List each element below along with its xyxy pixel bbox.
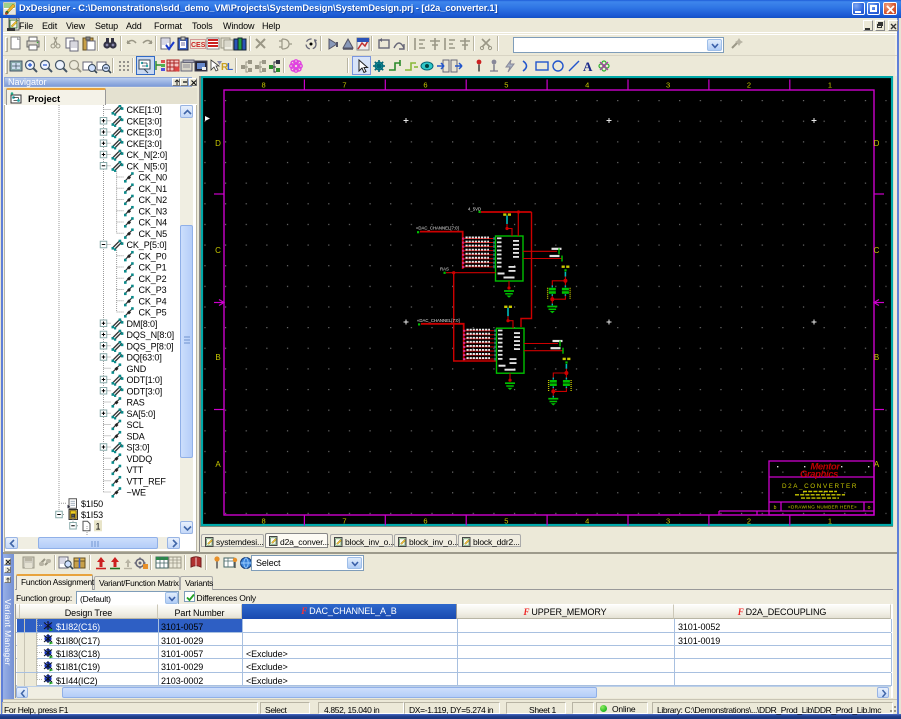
svg-text:CK_N1: CK_N1	[139, 184, 168, 194]
svg-text:b: b	[774, 505, 777, 511]
svg-text:4: 4	[585, 517, 589, 526]
svg-text:<DRAWING NUMBER HERE>: <DRAWING NUMBER HERE>	[788, 505, 857, 510]
svg-text:SCL: SCL	[127, 420, 144, 430]
svg-text:2: 2	[747, 81, 751, 90]
svg-text:4: 4	[585, 81, 589, 90]
svg-text:CK_P2: CK_P2	[139, 274, 167, 284]
svg-text:CK_N[2:0]: CK_N[2:0]	[127, 150, 168, 160]
svg-text:ODT[3:0]: ODT[3:0]	[127, 386, 163, 396]
svg-text:CKE[3:0]: CKE[3:0]	[127, 139, 162, 149]
svg-text:B: B	[215, 353, 220, 362]
svg-text:B: B	[874, 353, 879, 362]
svg-text:CK_N0: CK_N0	[139, 173, 168, 183]
svg-text:7: 7	[342, 517, 346, 526]
svg-text:RAS: RAS	[440, 267, 449, 272]
svg-text:ODT[1:0]: ODT[1:0]	[127, 375, 163, 385]
svg-text:CKE[1:0]: CKE[1:0]	[127, 105, 162, 115]
svg-text:DQS_P[8:0]: DQS_P[8:0]	[127, 341, 174, 351]
svg-text:$1I50: $1I50	[81, 499, 103, 509]
svg-text:DQ[63:0]: DQ[63:0]	[127, 353, 162, 363]
svg-text:o: o	[868, 505, 871, 511]
svg-text:«DAC_CHANNEL[7:0]: «DAC_CHANNEL[7:0]	[417, 318, 460, 323]
svg-text:6: 6	[423, 517, 427, 526]
svg-text:CK_N[5:0]: CK_N[5:0]	[127, 161, 168, 171]
svg-text:6: 6	[423, 81, 427, 90]
svg-text:S[3:0]: S[3:0]	[127, 443, 150, 453]
svg-text:CK_P0: CK_P0	[139, 251, 167, 261]
svg-text:$1I53: $1I53	[81, 510, 103, 520]
svg-text:DM[8:0]: DM[8:0]	[127, 319, 158, 329]
svg-text:DQS_N[8:0]: DQS_N[8:0]	[127, 330, 175, 340]
svg-text:8: 8	[262, 81, 266, 90]
svg-text:VTT: VTT	[127, 465, 144, 475]
svg-text:3: 3	[666, 81, 670, 90]
svg-text:Graphics: Graphics	[800, 469, 838, 480]
svg-text:CK_N2: CK_N2	[139, 195, 168, 205]
svg-text:D2A_CONVERTER: D2A_CONVERTER	[782, 483, 858, 490]
svg-text:1: 1	[828, 517, 832, 526]
svg-text:CK_N5: CK_N5	[139, 229, 168, 239]
svg-text:A: A	[583, 59, 593, 74]
svg-text:4_5VD: 4_5VD	[468, 207, 481, 212]
svg-text:CK_P1: CK_P1	[139, 263, 167, 273]
svg-text:CK_P[5:0]: CK_P[5:0]	[127, 240, 167, 250]
svg-text:7: 7	[342, 81, 346, 90]
svg-text:CK_P4: CK_P4	[139, 296, 167, 306]
svg-text:RAS: RAS	[127, 398, 145, 408]
svg-text:8: 8	[262, 517, 266, 526]
svg-text:A: A	[215, 460, 221, 469]
svg-text:CK_P3: CK_P3	[139, 285, 167, 295]
svg-text:2: 2	[747, 517, 751, 526]
svg-text:D: D	[874, 139, 880, 148]
svg-text:5: 5	[504, 517, 508, 526]
svg-text:VTT_REF: VTT_REF	[127, 476, 167, 486]
svg-text:SDA: SDA	[127, 431, 145, 441]
svg-text:C: C	[215, 246, 221, 255]
svg-text:3: 3	[666, 517, 670, 526]
svg-text:CES: CES	[191, 42, 206, 49]
svg-text:A: A	[874, 460, 880, 469]
svg-text:~WE: ~WE	[127, 488, 147, 498]
svg-text:CKE[3:0]: CKE[3:0]	[127, 116, 162, 126]
svg-text:CKE[3:0]: CKE[3:0]	[127, 128, 162, 138]
svg-text:CK_P5: CK_P5	[139, 308, 167, 318]
svg-text:C: C	[874, 246, 880, 255]
svg-text:5: 5	[504, 81, 508, 90]
svg-text:L: L	[227, 62, 233, 73]
svg-text:GND: GND	[127, 364, 147, 374]
svg-text:«DAC_CHANNEL[7:0]: «DAC_CHANNEL[7:0]	[416, 226, 459, 231]
svg-text:1: 1	[828, 81, 832, 90]
svg-text:CK_N4: CK_N4	[139, 218, 168, 228]
svg-text:1: 1	[96, 521, 101, 531]
svg-text:VDDQ: VDDQ	[127, 454, 153, 464]
svg-text:D: D	[215, 139, 221, 148]
svg-text:CK_N3: CK_N3	[139, 206, 168, 216]
svg-text:SA[5:0]: SA[5:0]	[127, 409, 156, 419]
